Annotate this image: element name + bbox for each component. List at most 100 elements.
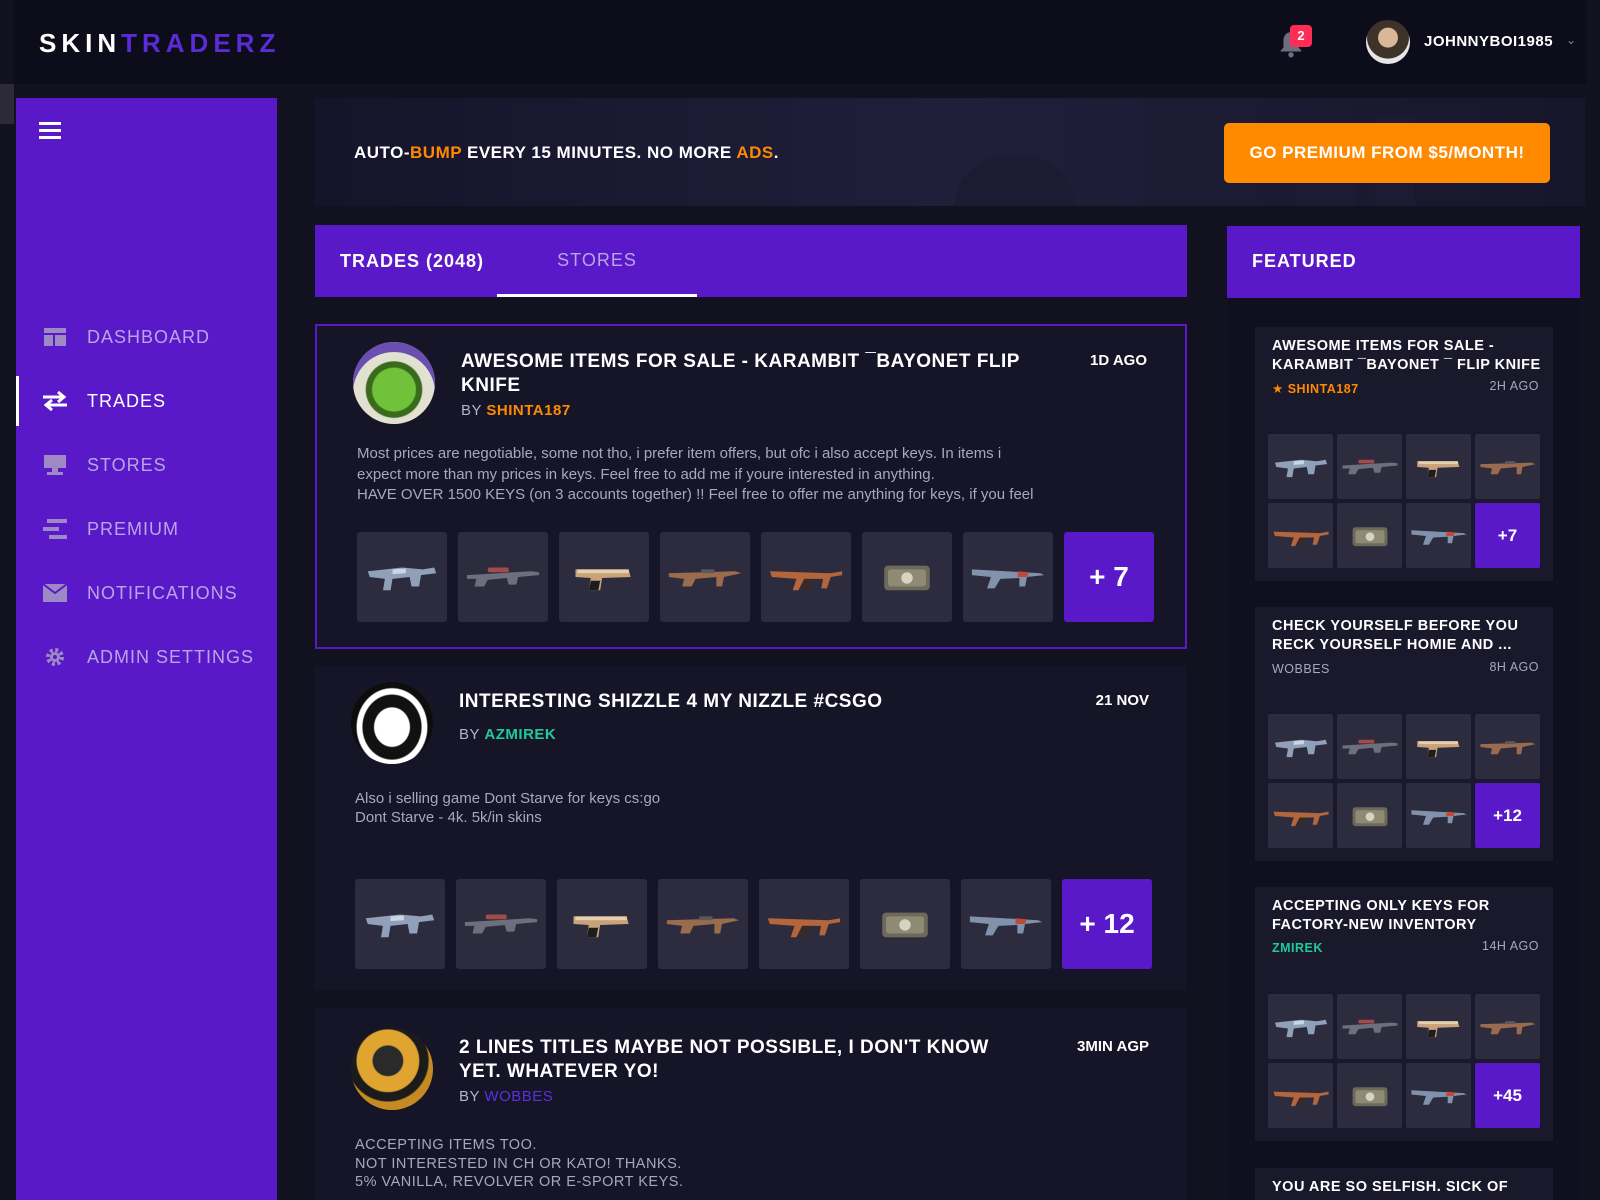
item-slot[interactable]	[458, 532, 548, 622]
trade-author-line: BY WOBBES	[459, 1088, 554, 1105]
item-slot[interactable]	[1268, 783, 1333, 848]
tab-stores[interactable]: STORES	[497, 225, 697, 297]
featured-card-title[interactable]: ACCEPTING ONLY KEYS FOR FACTORY-NEW INVE…	[1272, 897, 1547, 935]
featured-card-title[interactable]: AWESOME ITEMS FOR SALE - KARAMBIT ¯BAYON…	[1272, 337, 1547, 375]
item-slot[interactable]	[1268, 503, 1333, 568]
item-slot[interactable]	[1475, 714, 1540, 779]
item-slot[interactable]	[1268, 1063, 1333, 1128]
author-link[interactable]: AZMIREK	[484, 726, 556, 743]
m4-rifle-icon	[1410, 521, 1468, 551]
item-slot[interactable]	[1337, 714, 1402, 779]
trade-title[interactable]: AWESOME ITEMS FOR SALE - KARAMBIT ¯BAYON…	[461, 350, 1021, 398]
sidebar-item-label: DASHBOARD	[87, 326, 211, 347]
item-slot[interactable]	[759, 879, 849, 969]
ak47-icon	[1272, 801, 1330, 831]
sniper-rifle-icon	[1341, 452, 1399, 482]
username[interactable]: JOHNNYBOI1985	[1424, 33, 1553, 50]
item-slot[interactable]	[1406, 783, 1471, 848]
trade-items: + 7	[357, 532, 1154, 622]
more-items-button[interactable]: +7	[1475, 503, 1540, 568]
chevron-down-icon[interactable]: ⌄	[1566, 33, 1576, 47]
item-slot[interactable]	[1475, 994, 1540, 1059]
smg-icon	[1272, 732, 1330, 762]
trade-card[interactable]: 2 LINES TITLES MAYBE NOT POSSIBLE, I DON…	[315, 1008, 1187, 1200]
item-slot[interactable]	[1475, 434, 1540, 499]
rifle-icon	[667, 558, 743, 596]
item-slot[interactable]	[456, 879, 546, 969]
item-slot[interactable]	[860, 879, 950, 969]
item-slot[interactable]	[963, 532, 1053, 622]
featured-card[interactable]: ACCEPTING ONLY KEYS FOR FACTORY-NEW INVE…	[1255, 887, 1553, 1141]
item-slot[interactable]	[357, 532, 447, 622]
author-avatar[interactable]	[351, 1028, 433, 1110]
featured-card-author[interactable]: WOBBES	[1272, 662, 1330, 676]
item-slot[interactable]	[1406, 714, 1471, 779]
author-avatar[interactable]	[351, 682, 433, 764]
item-slot[interactable]	[660, 532, 750, 622]
sidebar-item-premium[interactable]: PREMIUM	[16, 504, 277, 554]
item-slot[interactable]	[559, 532, 649, 622]
featured-card-title[interactable]: CHECK YOURSELF BEFORE YOU RECK YOURSELF …	[1272, 617, 1547, 655]
item-slot[interactable]	[1268, 434, 1333, 499]
go-premium-button[interactable]: GO PREMIUM FROM $5/MONTH!	[1224, 123, 1550, 183]
author-link[interactable]: WOBBES	[484, 1088, 553, 1105]
featured-card-author[interactable]: ZMIREK	[1272, 941, 1323, 955]
trade-card[interactable]: AWESOME ITEMS FOR SALE - KARAMBIT ¯BAYON…	[315, 324, 1187, 649]
item-slot[interactable]	[557, 879, 647, 969]
sidebar-item-dashboard[interactable]: DASHBOARD	[16, 312, 277, 362]
hamburger-menu-icon[interactable]	[39, 122, 61, 140]
featured-card-time: 14H AGO	[1482, 939, 1539, 953]
trade-description: ACCEPTING ITEMS TOO. NOT INTERESTED IN C…	[355, 1137, 684, 1190]
item-slot[interactable]	[1406, 994, 1471, 1059]
item-slot[interactable]	[1337, 783, 1402, 848]
item-slot[interactable]	[761, 532, 851, 622]
sidebar-item-stores[interactable]: STORES	[16, 440, 277, 490]
author-link[interactable]: SHINTA187	[486, 402, 570, 419]
sidebar-item-trades[interactable]: TRADES	[16, 376, 277, 426]
item-slot[interactable]	[1406, 503, 1471, 568]
item-slot[interactable]	[1337, 994, 1402, 1059]
author-avatar[interactable]	[353, 342, 435, 424]
featured-card[interactable]: YOU ARE SO SELFISH. SICK OF YOUR BULLSHI…	[1255, 1168, 1553, 1200]
logo[interactable]: SKINTRADERZ	[39, 28, 280, 59]
featured-card[interactable]: AWESOME ITEMS FOR SALE - KARAMBIT ¯BAYON…	[1255, 327, 1553, 581]
swap-arrows-icon	[41, 390, 69, 412]
store-icon	[41, 454, 69, 476]
item-slot[interactable]	[1406, 1063, 1471, 1128]
item-slot[interactable]	[355, 879, 445, 969]
left-edge-strip	[0, 84, 14, 124]
item-slot[interactable]	[961, 879, 1051, 969]
featured-card[interactable]: CHECK YOURSELF BEFORE YOU RECK YOURSELF …	[1255, 607, 1553, 861]
trade-title[interactable]: INTERESTING SHIZZLE 4 MY NIZZLE #CSGO	[459, 690, 1019, 714]
rifle-icon	[665, 905, 741, 943]
sidebar-item-label: PREMIUM	[87, 518, 179, 539]
trade-items: + 12	[355, 879, 1152, 969]
trade-author-line: BY SHINTA187	[461, 402, 571, 419]
user-avatar[interactable]	[1366, 20, 1410, 64]
item-slot[interactable]	[1337, 1063, 1402, 1128]
sidebar-item-admin-settings[interactable]: ADMIN SETTINGS	[16, 632, 277, 682]
featured-card-time: 2H AGO	[1489, 379, 1539, 393]
item-slot[interactable]	[658, 879, 748, 969]
rifle-icon	[1479, 1012, 1537, 1042]
rifle-icon	[1479, 452, 1537, 482]
more-items-button[interactable]: + 7	[1064, 532, 1154, 622]
smg-icon	[364, 558, 440, 596]
item-slot[interactable]	[1406, 434, 1471, 499]
item-slot[interactable]	[1268, 994, 1333, 1059]
more-items-button[interactable]: +12	[1475, 783, 1540, 848]
item-slot[interactable]	[862, 532, 952, 622]
featured-title: FEATURED	[1252, 251, 1357, 271]
tab-trades[interactable]: TRADES (2048)	[340, 225, 484, 297]
item-slot[interactable]	[1268, 714, 1333, 779]
more-items-button[interactable]: + 12	[1062, 879, 1152, 969]
sidebar-item-notifications[interactable]: NOTIFICATIONS	[16, 568, 277, 618]
item-slot[interactable]	[1337, 434, 1402, 499]
featured-card-author[interactable]: ★ SHINTA187	[1272, 381, 1359, 396]
trade-title[interactable]: 2 LINES TITLES MAYBE NOT POSSIBLE, I DON…	[459, 1036, 1019, 1084]
item-slot[interactable]	[1337, 503, 1402, 568]
more-items-button[interactable]: +45	[1475, 1063, 1540, 1128]
featured-card-title[interactable]: YOU ARE SO SELFISH. SICK OF YOUR BULLSHI…	[1272, 1178, 1547, 1200]
gear-icon	[41, 646, 69, 668]
trade-card[interactable]: INTERESTING SHIZZLE 4 MY NIZZLE #CSGO 21…	[315, 666, 1187, 990]
